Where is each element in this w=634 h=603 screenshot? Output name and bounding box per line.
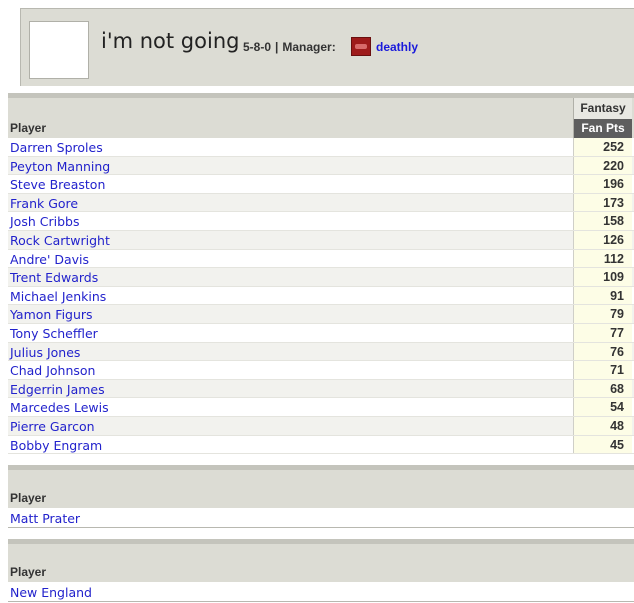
table-row: New England [8,582,634,602]
player-link[interactable]: Pierre Garcon [10,419,95,434]
table-row: Steve Breaston 196 [8,175,634,194]
column-header-fan-pts[interactable]: Fan Pts [573,119,632,138]
player-link[interactable]: Tony Scheffler [10,326,98,341]
fantasy-points: 54 [573,398,632,416]
table-row: Tony Scheffler 77 [8,323,634,343]
fantasy-points: 68 [573,379,632,398]
table-row: Josh Cribbs 158 [8,212,634,231]
fantasy-points: 71 [573,361,632,379]
player-link[interactable]: Trent Edwards [10,270,98,285]
table-header: Player Fantasy Fan Pts [8,98,634,138]
team-logo [29,21,89,79]
column-header-player[interactable]: Player [10,121,46,135]
player-link[interactable]: Michael Jenkins [10,289,106,304]
table-row: Rock Cartwright 126 [8,230,634,250]
player-link[interactable]: Josh Cribbs [10,214,79,229]
table-row: Yamon Figurs 79 [8,305,634,324]
player-link[interactable]: Andre' Davis [10,252,89,267]
player-link[interactable]: Chad Johnson [10,363,95,378]
fantasy-points: 48 [573,416,632,435]
player-link[interactable]: Matt Prater [10,511,80,526]
table-row: Frank Gore 173 [8,193,634,213]
table-row: Chad Johnson 71 [8,361,634,380]
table-row: Edgerrin James 68 [8,379,634,399]
column-group-fantasy: Fantasy [573,98,632,119]
player-link[interactable]: Julius Jones [10,345,80,360]
player-link[interactable]: Edgerrin James [10,382,105,397]
player-link[interactable]: Marcedes Lewis [10,400,109,415]
player-link[interactable]: New England [10,585,92,600]
player-link[interactable]: Peyton Manning [10,159,110,174]
kicker-table: Player Matt Prater [8,465,634,528]
table-row: Darren Sproles 252 [8,138,634,157]
separator: | [275,40,279,54]
fantasy-points: 126 [573,230,632,249]
fantasy-points: 112 [573,249,632,268]
table-row: Marcedes Lewis 54 [8,398,634,417]
table-row: Pierre Garcon 48 [8,416,634,436]
fantasy-points: 77 [573,323,632,342]
column-header-player[interactable]: Player [10,491,46,505]
table-row: Matt Prater [8,508,634,528]
player-link[interactable]: Yamon Figurs [10,307,93,322]
fantasy-points: 91 [573,286,632,305]
offense-table: Player Fantasy Fan Pts Darren Sproles 252… [8,93,634,455]
manager-link[interactable]: deathly [376,40,418,54]
team-name: i'm not going [101,29,240,53]
player-link[interactable]: Bobby Engram [10,438,102,453]
offense-rows: Darren Sproles 252 Peyton Manning 220 Steve … [8,138,634,455]
player-link[interactable]: Darren Sproles [10,140,103,155]
player-link[interactable]: Frank Gore [10,196,78,211]
table-header: Player [8,470,634,508]
fantasy-points: 79 [573,305,632,323]
team-meta: 5-8-0 | Manager: [243,40,336,54]
manager-label: Manager: [282,40,336,54]
table-row: Andre' Davis 112 [8,249,634,269]
defense-table: Player New England [8,539,634,602]
fantasy-points: 220 [573,156,632,175]
fantasy-points: 252 [573,138,632,156]
fantasy-points: 173 [573,193,632,212]
table-header: Player [8,544,634,582]
table-row: Bobby Engram 45 [8,435,634,455]
fantasy-points: 109 [573,268,632,286]
table-row: Michael Jenkins 91 [8,286,634,306]
fantasy-points: 158 [573,212,632,230]
manager-avatar-icon[interactable] [351,37,371,56]
player-link[interactable]: Rock Cartwright [10,233,110,248]
table-row: Julius Jones 76 [8,342,634,362]
fantasy-points: 76 [573,342,632,361]
table-row: Trent Edwards 109 [8,268,634,287]
column-header-player[interactable]: Player [10,565,46,579]
table-row: Peyton Manning 220 [8,156,634,176]
player-link[interactable]: Steve Breaston [10,177,105,192]
fantasy-points: 196 [573,175,632,193]
team-header: i'm not going 5-8-0 | Manager: deathly [20,8,634,86]
fantasy-points: 45 [573,435,632,454]
team-record: 5-8-0 [243,40,272,54]
